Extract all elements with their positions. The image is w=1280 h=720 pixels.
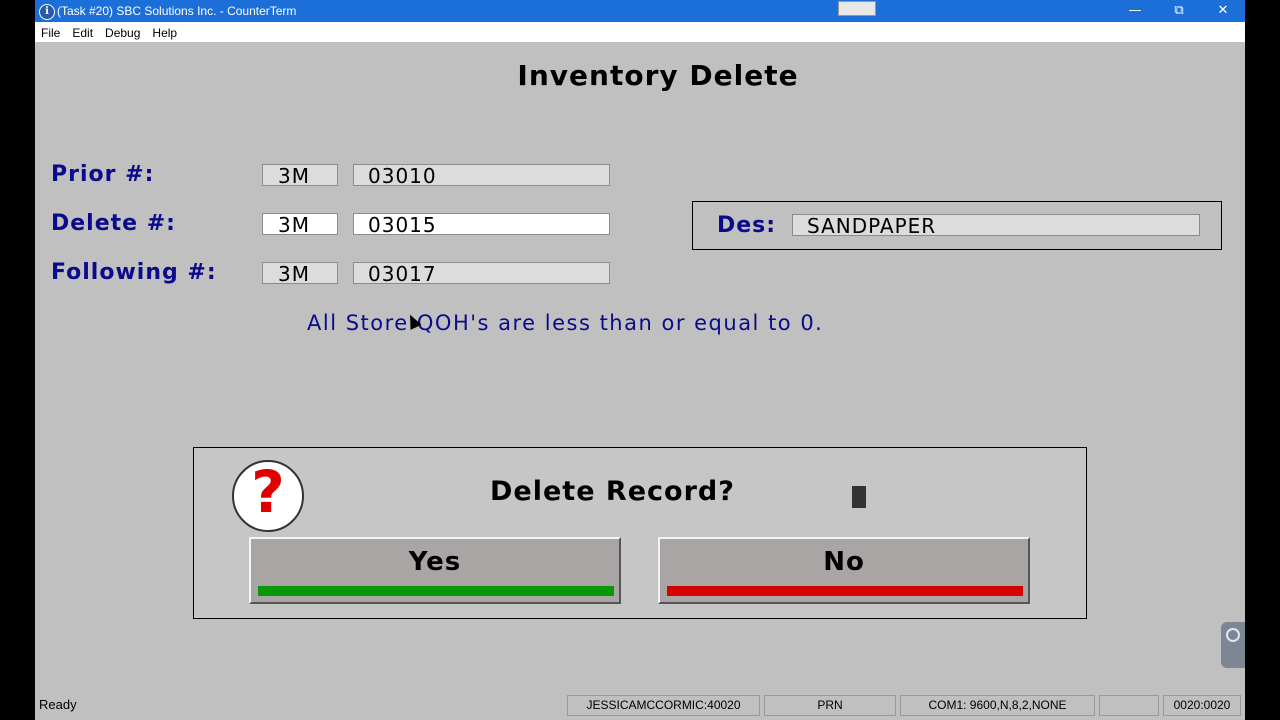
question-mark-glyph: ? bbox=[251, 460, 285, 526]
close-button[interactable]: ✕ bbox=[1201, 0, 1245, 22]
menu-debug[interactable]: Debug bbox=[99, 23, 140, 40]
delete-number-field[interactable]: 03015 bbox=[353, 213, 610, 236]
no-color-bar bbox=[667, 586, 1023, 596]
remote-session-icon bbox=[1226, 628, 1240, 642]
remote-session-tab[interactable] bbox=[1221, 622, 1245, 668]
delete-code-field[interactable]: 3M bbox=[262, 213, 338, 236]
menu-edit[interactable]: Edit bbox=[66, 23, 93, 40]
menu-file[interactable]: File bbox=[35, 23, 60, 40]
status-bar: Ready JESSICAMCCORMIC:40020 PRN COM1: 96… bbox=[35, 692, 1245, 720]
status-user: JESSICAMCCORMIC:40020 bbox=[567, 695, 760, 716]
prior-label: Prior #: bbox=[51, 162, 155, 187]
no-button[interactable]: No bbox=[658, 537, 1030, 604]
prior-code-field: 3M bbox=[262, 164, 338, 187]
menu-help[interactable]: Help bbox=[146, 23, 177, 40]
description-box: Des: SANDPAPER bbox=[692, 201, 1222, 250]
status-ready: Ready bbox=[39, 697, 77, 712]
remote-toolbar-handle[interactable] bbox=[838, 1, 876, 16]
question-icon: ? bbox=[232, 460, 304, 532]
yes-button-label: Yes bbox=[408, 547, 462, 577]
menu-bar: File Edit Debug Help bbox=[35, 22, 1245, 42]
dialog-title: Delete Record? bbox=[490, 476, 735, 507]
yes-button[interactable]: Yes bbox=[249, 537, 621, 604]
delete-confirm-dialog: ? Delete Record? Yes No bbox=[193, 447, 1087, 619]
app-info-icon: i bbox=[39, 4, 55, 20]
page-title: Inventory Delete bbox=[517, 59, 799, 92]
description-label: Des: bbox=[717, 213, 777, 238]
status-printer: PRN bbox=[764, 695, 896, 716]
terminal-screen: Inventory Delete Prior #: 3M 03010 Delet… bbox=[35, 42, 1245, 692]
restore-button[interactable]: ⧉ bbox=[1157, 0, 1201, 22]
status-empty-pane bbox=[1099, 695, 1159, 716]
title-bar[interactable]: i (Task #20) SBC Solutions Inc. - Counte… bbox=[35, 0, 1245, 22]
status-message: All Store QOH's are less than or equal t… bbox=[307, 311, 824, 335]
text-cursor bbox=[852, 486, 866, 508]
description-field: SANDPAPER bbox=[792, 214, 1200, 237]
yes-color-bar bbox=[258, 586, 614, 596]
status-port: COM1: 9600,N,8,2,NONE bbox=[900, 695, 1095, 716]
prior-number-field: 03010 bbox=[353, 164, 610, 187]
status-position: 0020:0020 bbox=[1163, 695, 1241, 716]
delete-label: Delete #: bbox=[51, 211, 176, 236]
window-title: (Task #20) SBC Solutions Inc. - CounterT… bbox=[57, 4, 297, 18]
no-button-label: No bbox=[823, 547, 865, 577]
minimize-button[interactable]: — bbox=[1113, 0, 1157, 22]
following-code-field: 3M bbox=[262, 262, 338, 285]
following-label: Following #: bbox=[51, 260, 217, 285]
app-window: i (Task #20) SBC Solutions Inc. - Counte… bbox=[35, 0, 1245, 720]
following-number-field: 03017 bbox=[353, 262, 610, 285]
